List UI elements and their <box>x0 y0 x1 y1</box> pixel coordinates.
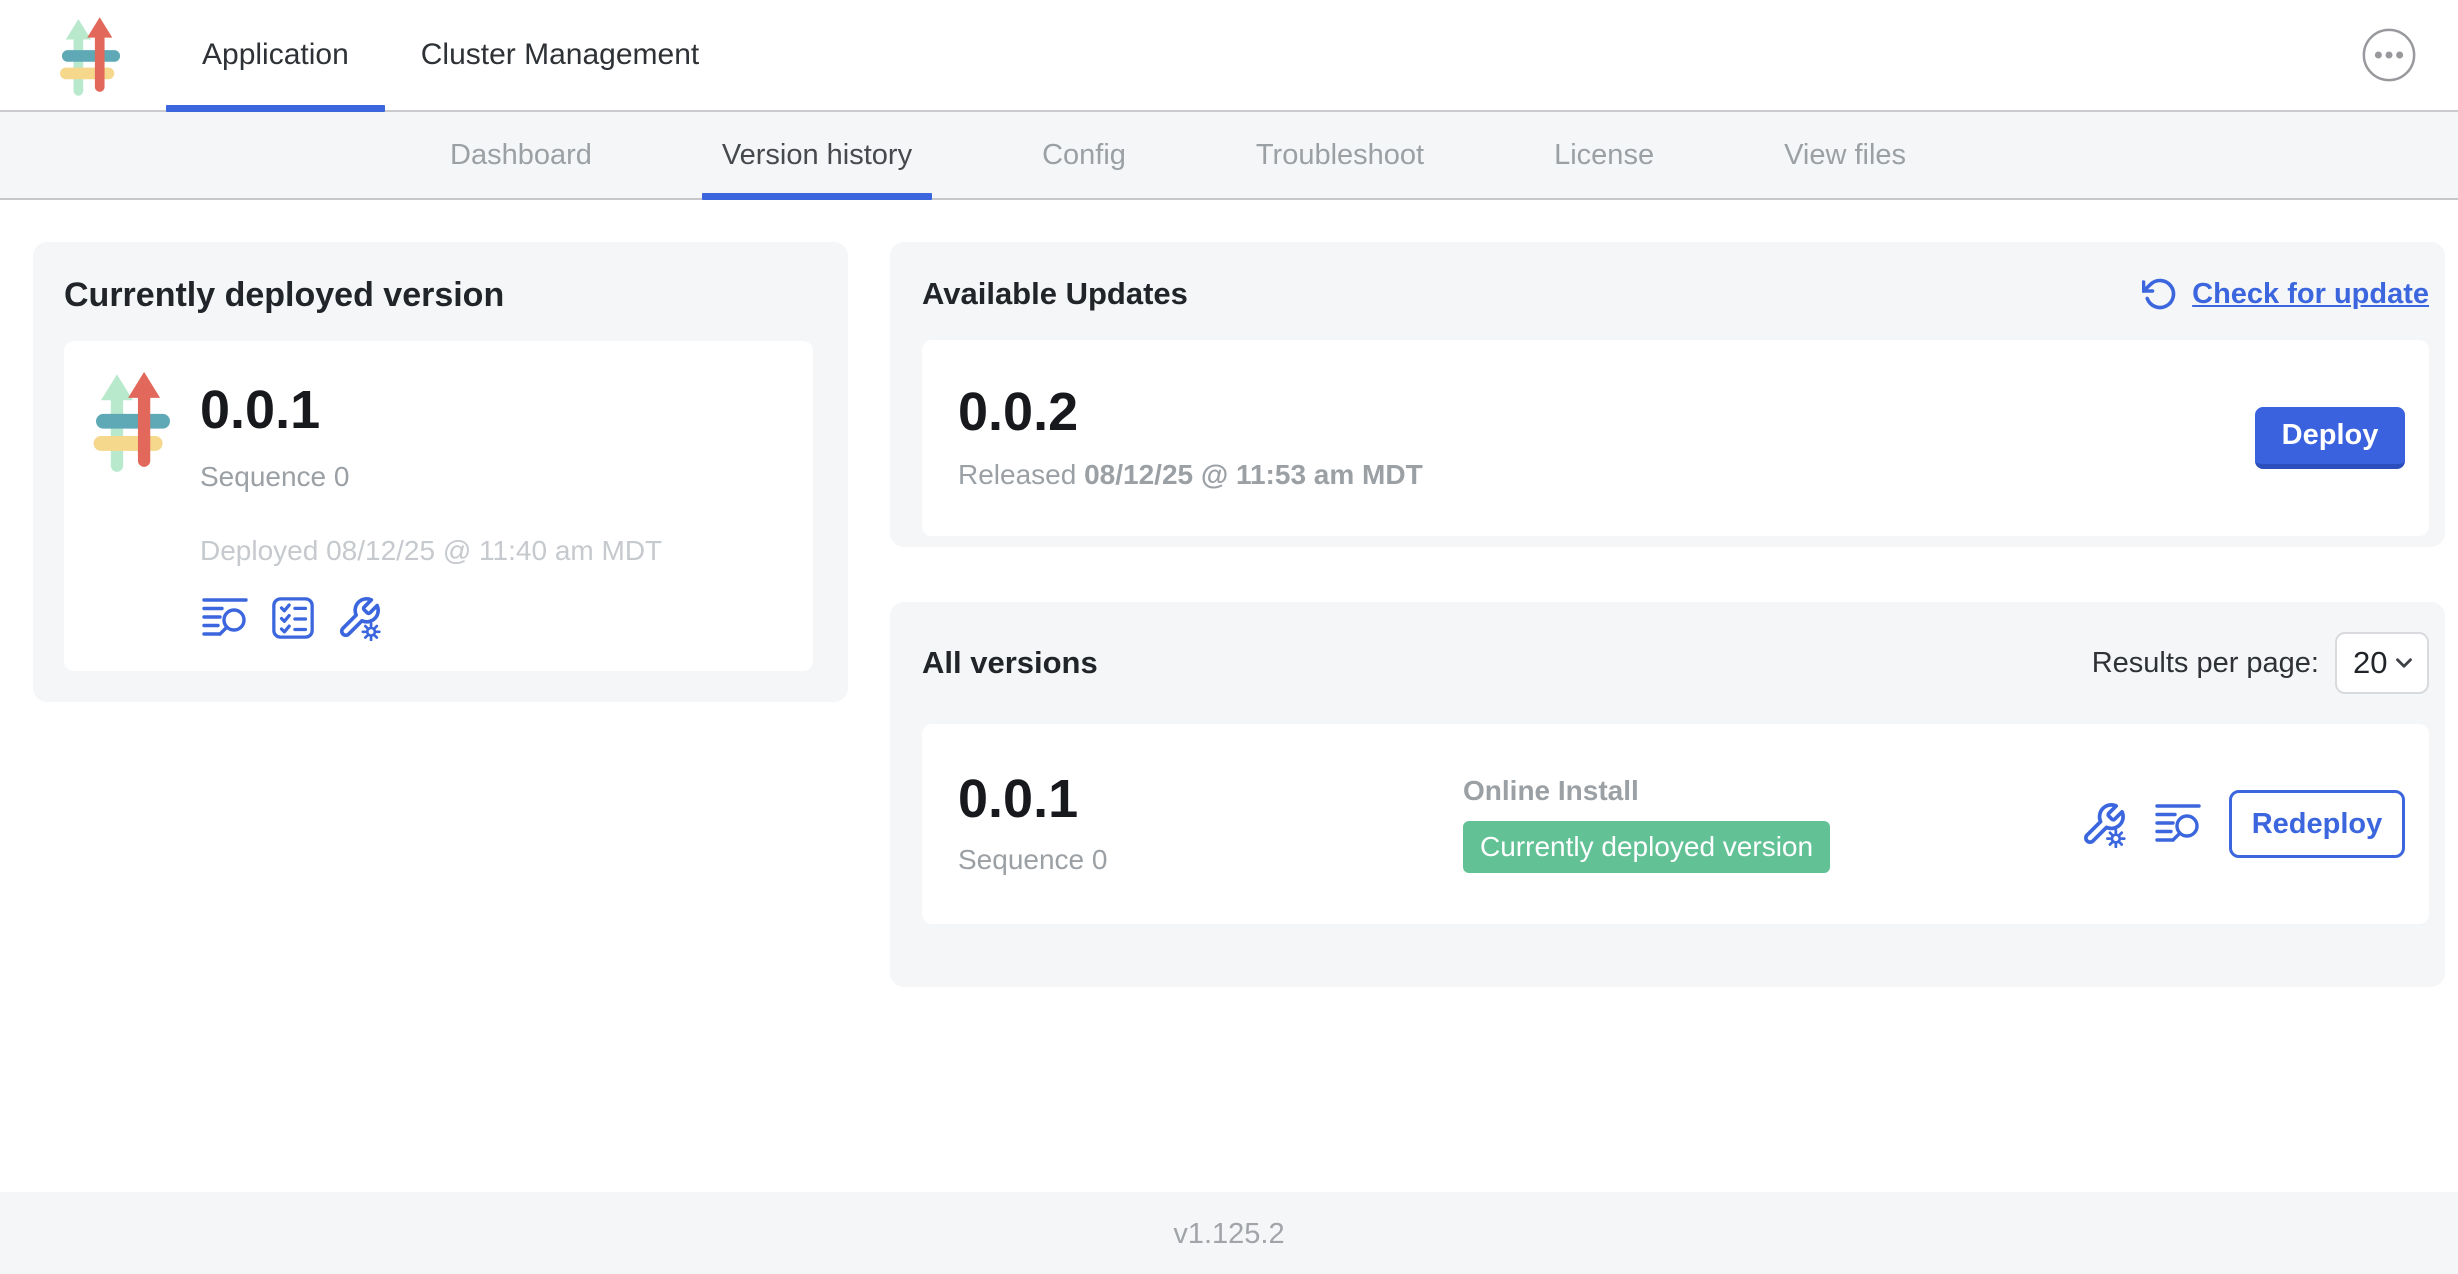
results-per-page-label: Results per page: <box>2092 647 2319 680</box>
tab-license[interactable]: License <box>1534 112 1674 198</box>
app-icon <box>92 367 174 473</box>
tab-view-files[interactable]: View files <box>1764 112 1926 198</box>
tab-version-history[interactable]: Version history <box>702 112 932 198</box>
all-versions-card: All versions Results per page: 20 0.0.1 … <box>890 602 2445 987</box>
deploy-button[interactable]: Deploy <box>2255 407 2405 469</box>
available-updates-card: Available Updates Check for update 0.0.2… <box>890 242 2445 547</box>
chevron-down-icon <box>2391 650 2417 676</box>
row-install-type: Online Install <box>1463 775 2080 807</box>
released-timestamp: 08/12/25 @ 11:53 am MDT <box>1084 459 1423 490</box>
tab-dashboard-label: Dashboard <box>450 139 592 172</box>
results-per-page-select[interactable]: 20 <box>2335 632 2429 694</box>
deployed-timestamp: Deployed 08/12/25 @ 11:40 am MDT <box>200 535 662 567</box>
preflight-checks-button[interactable] <box>270 595 316 641</box>
config-icon <box>336 595 382 641</box>
app-logo-icon <box>60 13 122 97</box>
deployed-version-number: 0.0.1 <box>200 383 662 437</box>
check-for-update-label: Check for update <box>2192 278 2429 311</box>
released-prefix: Released <box>958 459 1076 490</box>
tab-config[interactable]: Config <box>1022 112 1146 198</box>
tab-troubleshoot-label: Troubleshoot <box>1256 139 1424 172</box>
results-per-page-value: 20 <box>2353 645 2387 681</box>
row-edit-config-button[interactable] <box>2080 801 2127 848</box>
row-version-number: 0.0.1 <box>958 772 1463 826</box>
overflow-menu-button[interactable] <box>2360 26 2418 84</box>
active-tab-underline <box>166 105 385 112</box>
preflight-checks-icon <box>270 595 316 641</box>
tab-cluster-management-label: Cluster Management <box>421 38 699 72</box>
refresh-icon <box>2142 276 2178 312</box>
app-logo <box>60 13 122 97</box>
deploy-logs-icon <box>200 595 250 641</box>
update-released-line: Released 08/12/25 @ 11:53 am MDT <box>958 459 1423 491</box>
tab-view-files-label: View files <box>1784 139 1906 172</box>
tab-troubleshoot[interactable]: Troubleshoot <box>1236 112 1444 198</box>
tab-cluster-management[interactable]: Cluster Management <box>385 0 735 110</box>
available-updates-title: Available Updates <box>922 276 1188 312</box>
deploy-logs-button[interactable] <box>200 595 250 641</box>
deployed-sequence: Sequence 0 <box>200 461 662 493</box>
edit-config-button[interactable] <box>336 595 382 641</box>
version-history-page: Currently deployed version 0.0.1 Sequenc… <box>0 200 2458 1192</box>
update-version-number: 0.0.2 <box>958 385 1423 439</box>
available-update-row: 0.0.2 Released 08/12/25 @ 11:53 am MDT D… <box>922 340 2429 536</box>
console-footer: v1.125.2 <box>0 1192 2458 1274</box>
console-version: v1.125.2 <box>1173 1218 1284 1251</box>
app-logo-icon <box>92 367 174 473</box>
currently-deployed-card: Currently deployed version 0.0.1 Sequenc… <box>33 242 848 702</box>
active-subtab-underline <box>702 193 932 200</box>
tab-application[interactable]: Application <box>166 0 385 110</box>
version-row: 0.0.1 Sequence 0 Online Install Currentl… <box>922 724 2429 924</box>
tab-application-label: Application <box>202 38 349 72</box>
config-icon <box>2080 801 2127 848</box>
tab-license-label: License <box>1554 139 1654 172</box>
tab-dashboard[interactable]: Dashboard <box>430 112 612 198</box>
redeploy-button[interactable]: Redeploy <box>2229 790 2405 858</box>
ellipsis-icon <box>2360 26 2418 84</box>
all-versions-title: All versions <box>922 645 1098 681</box>
deploy-logs-icon <box>2153 801 2203 847</box>
status-badge: Currently deployed version <box>1463 821 1830 873</box>
check-for-update-link[interactable]: Check for update <box>2142 276 2429 312</box>
row-deploy-logs-button[interactable] <box>2153 801 2203 847</box>
top-nav: Application Cluster Management <box>0 0 2458 112</box>
tab-config-label: Config <box>1042 139 1126 172</box>
currently-deployed-title: Currently deployed version <box>64 276 813 315</box>
row-sequence: Sequence 0 <box>958 844 1463 876</box>
tab-version-history-label: Version history <box>722 139 912 172</box>
deployed-version-panel: 0.0.1 Sequence 0 Deployed 08/12/25 @ 11:… <box>64 341 813 671</box>
app-subnav: Dashboard Version history Config Trouble… <box>0 112 2458 200</box>
